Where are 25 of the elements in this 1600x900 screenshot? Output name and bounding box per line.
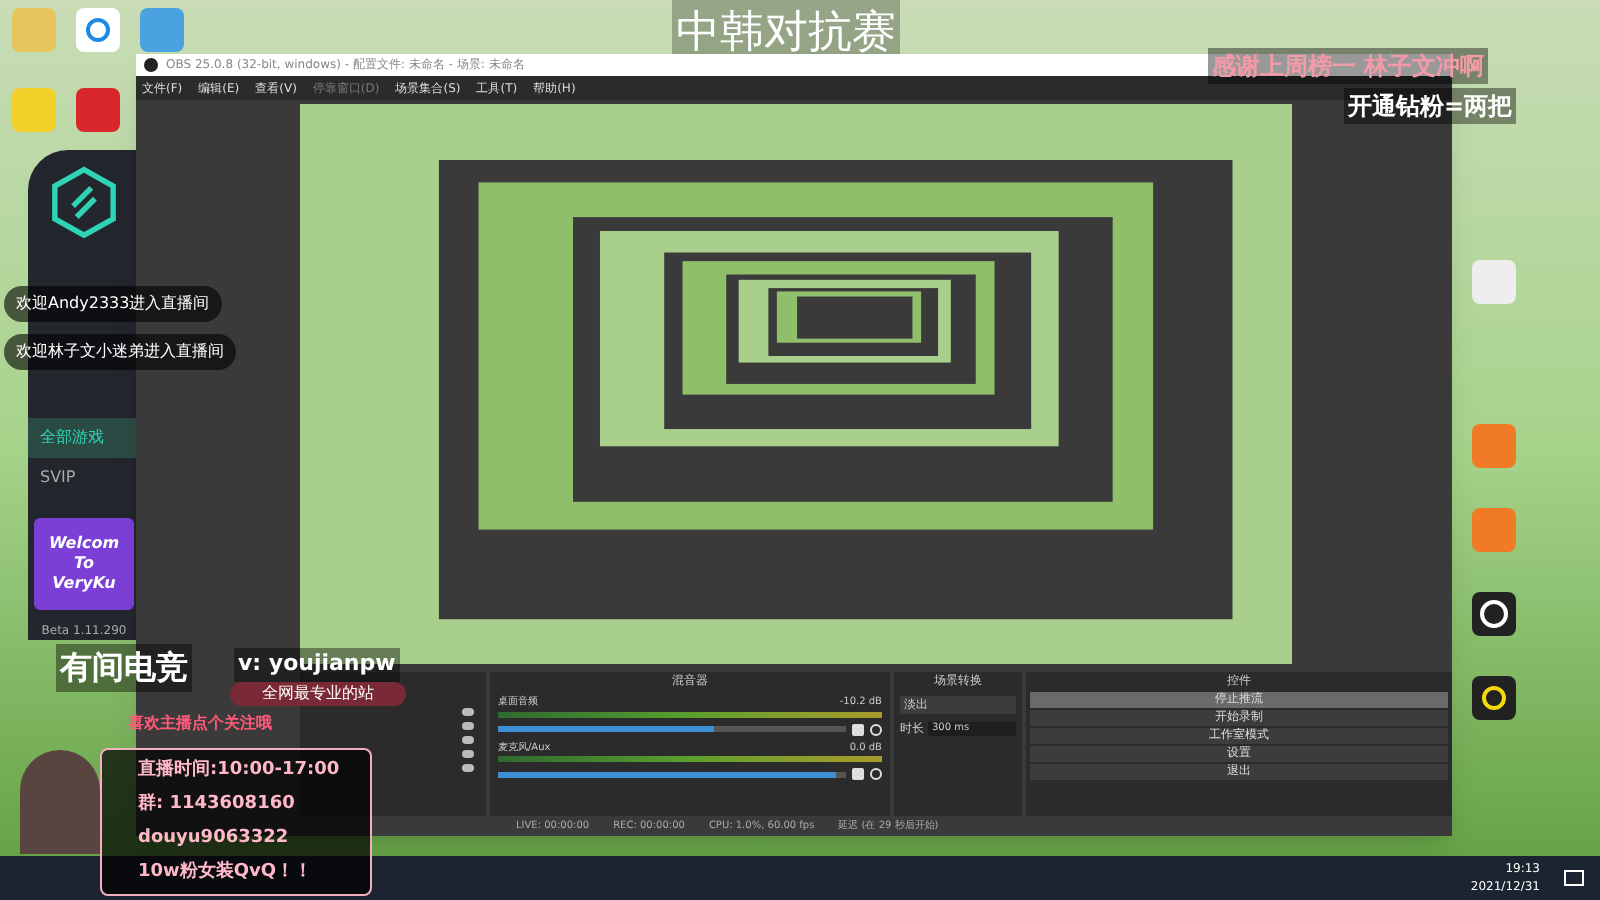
wechat-text: v: youjianpw — [234, 648, 400, 681]
side-app-item[interactable]: 全部游戏 — [28, 418, 140, 459]
info-line: 直播时间:10:00-17:00 — [138, 756, 334, 784]
chat-message: 欢迎林子文小迷弟进入直播间 — [4, 334, 236, 370]
side-app-item[interactable]: SVIP — [28, 458, 140, 499]
settings-icon[interactable] — [870, 723, 882, 735]
chat-message: 欢迎Andy2333进入直播间 — [4, 286, 222, 322]
hexagon-logo-icon — [48, 166, 120, 239]
info-line: 10w粉女装QvQ！！ — [138, 858, 315, 886]
banner-text: To — [74, 554, 94, 575]
follow-text: 喜欢主播点个关注哦 — [128, 712, 272, 736]
obs-logo-icon — [144, 58, 158, 72]
banner-text: VeryKu — [52, 574, 116, 595]
mascot-placeholder — [20, 750, 100, 854]
camera-icon[interactable] — [1472, 676, 1516, 720]
banner-text: Welcom — [48, 534, 120, 555]
slogan-banner: 全网最专业的站 — [230, 682, 406, 706]
info-line: 群: 1143608160 — [138, 791, 297, 818]
recorder-icon[interactable] — [1472, 592, 1516, 636]
settings-icon[interactable] — [870, 768, 882, 780]
brand-text: 有间电竞 — [56, 644, 192, 692]
thanks-text: 感谢上周榜一 林子文冲啊 — [1208, 48, 1489, 84]
info-line: douyu9063322 — [138, 826, 291, 852]
browser-icon[interactable] — [76, 8, 120, 52]
volume-slider[interactable] — [498, 726, 846, 732]
